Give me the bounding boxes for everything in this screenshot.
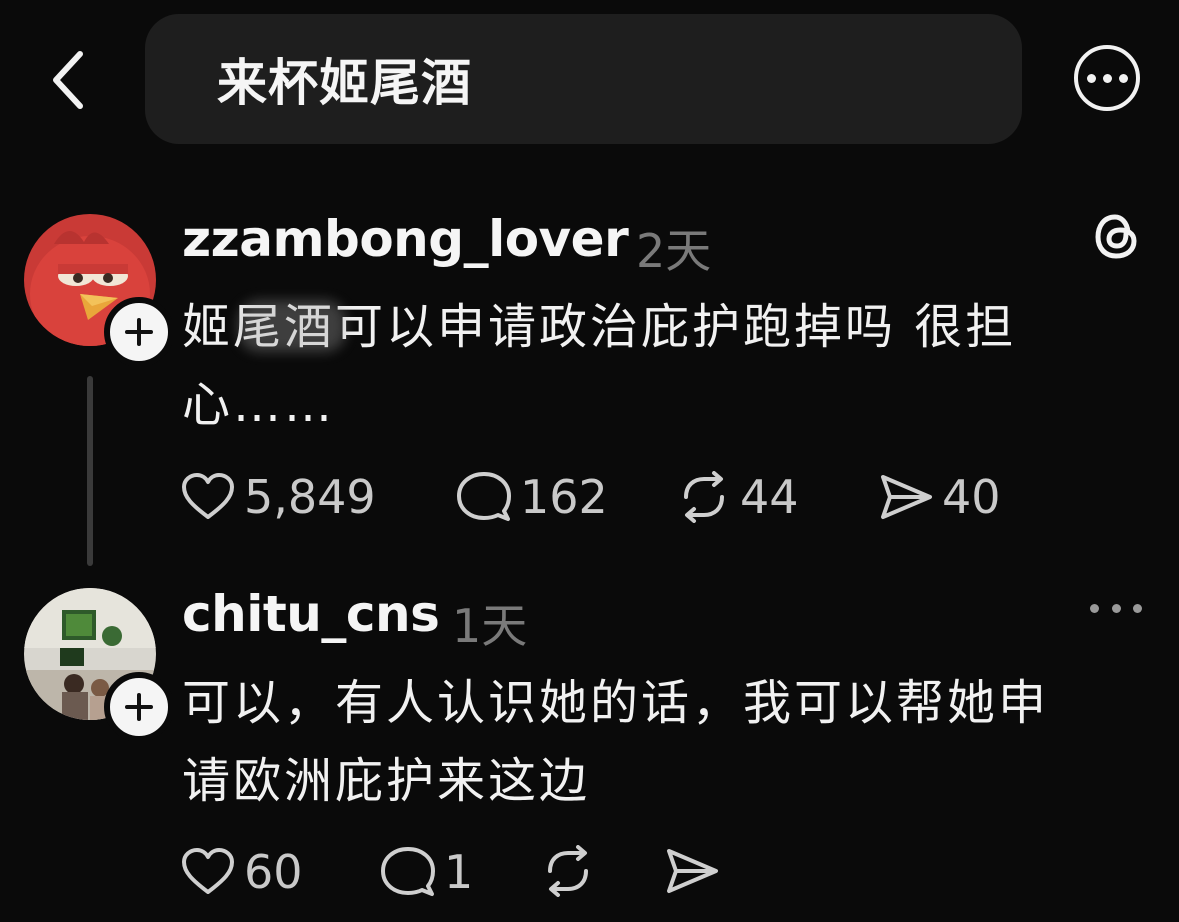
search-query-text: 来杯姬尾酒 xyxy=(217,54,472,112)
comment-icon xyxy=(457,472,511,521)
more-horizontal-icon xyxy=(1090,603,1099,613)
chevron-left-icon xyxy=(53,51,83,109)
post-more-button[interactable] xyxy=(1090,596,1142,620)
share-button[interactable] xyxy=(664,845,728,897)
send-icon xyxy=(667,849,718,893)
follow-button[interactable] xyxy=(104,672,174,742)
threads-post-page: 来杯姬尾酒 zzambong_lover 2天 姬尾酒可以申请政治庇护跑掉吗 很… xyxy=(0,0,1179,922)
repost-icon xyxy=(548,845,588,897)
post-time: 2天 xyxy=(636,224,712,278)
more-options-button[interactable] xyxy=(1074,45,1140,111)
like-button[interactable]: 60 xyxy=(180,845,303,899)
follow-button[interactable] xyxy=(104,297,174,367)
heart-icon xyxy=(182,848,234,894)
post-time: 1天 xyxy=(452,599,528,653)
share-button[interactable]: 40 xyxy=(878,470,1001,524)
reply-button[interactable]: 162 xyxy=(456,470,608,524)
share-count: 40 xyxy=(942,470,1001,524)
reply-count: 1 xyxy=(444,845,474,899)
post-username[interactable]: chitu_cns xyxy=(182,585,440,643)
back-button[interactable] xyxy=(40,40,100,120)
post-username[interactable]: zzambong_lover xyxy=(182,210,629,268)
threads-logo-icon[interactable] xyxy=(1090,210,1142,262)
repost-button[interactable]: 44 xyxy=(676,470,799,524)
thread-connector-line xyxy=(87,376,93,566)
like-count: 60 xyxy=(244,845,303,899)
plus-icon xyxy=(125,693,153,721)
plus-icon xyxy=(125,318,153,346)
post-text: 可以，有人认识她的话，我可以帮她申 请欧洲庇护来这边 xyxy=(182,675,1050,809)
send-icon xyxy=(881,475,932,519)
like-button[interactable]: 5,849 xyxy=(180,470,376,524)
reply-button[interactable]: 1 xyxy=(380,845,473,899)
reply-count: 162 xyxy=(520,470,608,524)
repost-icon xyxy=(684,471,724,523)
redaction-blur xyxy=(238,300,346,352)
search-bar[interactable]: 来杯姬尾酒 xyxy=(145,14,1022,144)
like-count: 5,849 xyxy=(244,470,376,524)
comment-icon xyxy=(381,847,435,896)
repost-button[interactable] xyxy=(540,845,604,897)
heart-icon xyxy=(182,473,234,519)
more-horizontal-icon xyxy=(1086,73,1096,83)
repost-count: 44 xyxy=(740,470,799,524)
